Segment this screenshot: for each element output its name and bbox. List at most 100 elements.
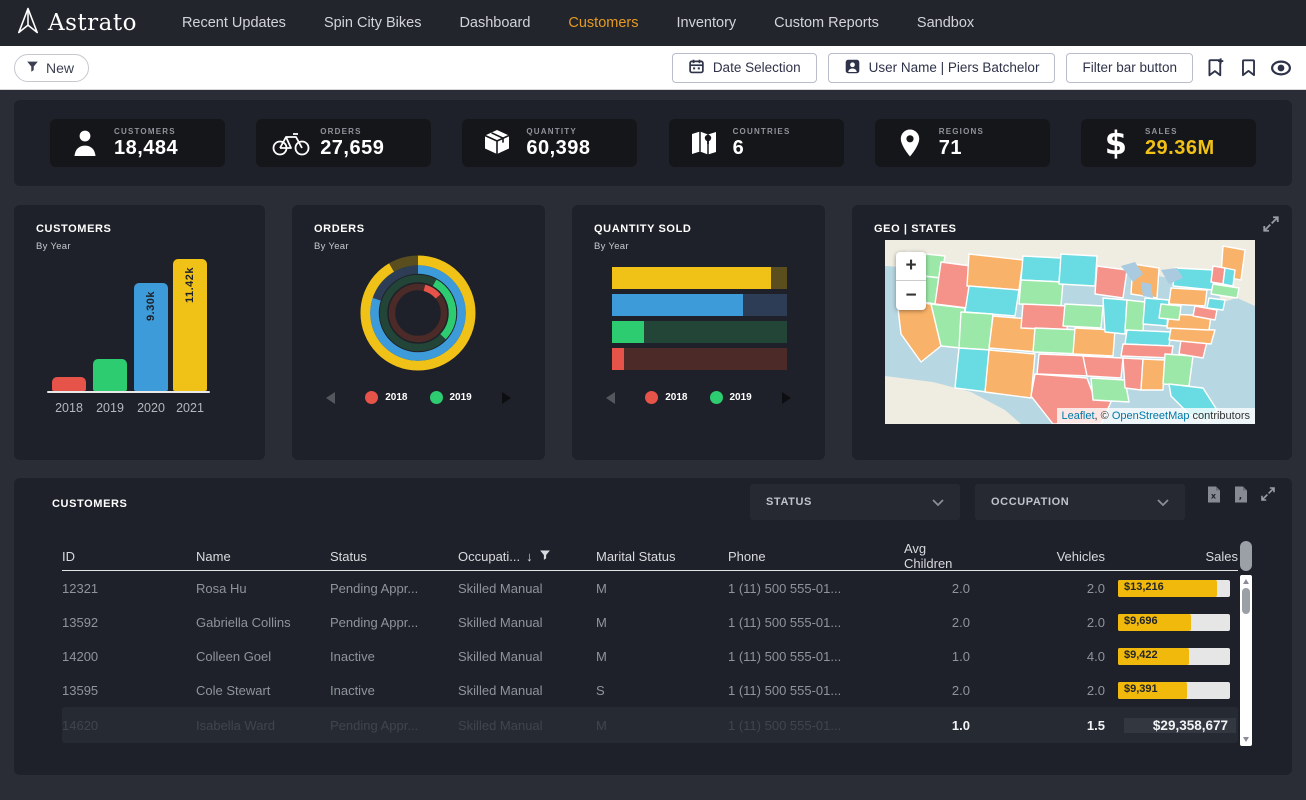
nav-item-dashboard[interactable]: Dashboard <box>440 0 549 46</box>
legend-prev-arrow[interactable] <box>606 392 615 404</box>
cell-sales: $9,391 <box>1105 682 1238 699</box>
nav-item-sandbox[interactable]: Sandbox <box>898 0 993 46</box>
customers-table-panel: CUSTOMERS STATUS OCCUPATION x , IDNameSt… <box>14 478 1292 775</box>
leaflet-link[interactable]: Leaflet <box>1062 410 1095 422</box>
quantity-bar-2020[interactable] <box>612 294 787 316</box>
bar-fill <box>612 267 771 289</box>
bookmark-icon[interactable] <box>1237 57 1259 79</box>
column-header-vehicles[interactable]: Vehicles <box>970 549 1105 564</box>
bar-2021[interactable]: 11.42k <box>173 259 207 391</box>
expand-icon[interactable] <box>1262 215 1280 233</box>
bar-2018[interactable] <box>52 377 86 391</box>
quantity-bar-2021[interactable] <box>612 267 787 289</box>
column-header-marital-status[interactable]: Marital Status <box>596 549 728 564</box>
legend-item-2018[interactable]: 2018 <box>365 391 407 404</box>
legend-prev-arrow[interactable] <box>326 392 335 404</box>
cell-vehicles: 2.0 <box>970 581 1105 596</box>
occupation-filter-dropdown[interactable]: OCCUPATION <box>975 484 1185 520</box>
table-row[interactable]: 12321Rosa HuPending Appr...Skilled Manua… <box>62 571 1238 605</box>
bookmark-add-icon[interactable] <box>1204 57 1226 79</box>
scrollbar-thumb[interactable] <box>1242 588 1250 614</box>
kpi-card-quantity: QUANTITY60,398 <box>462 119 637 167</box>
cell-sales: $9,696 <box>1105 614 1238 631</box>
column-header-occupati-[interactable]: Occupati...↓ <box>458 549 596 564</box>
chart-title: ORDERS <box>314 223 365 235</box>
nav-item-spin-city-bikes[interactable]: Spin City Bikes <box>305 0 441 46</box>
user-name-button[interactable]: User Name | Piers Batchelor <box>828 53 1056 83</box>
cell-vehicles: 4.0 <box>970 649 1105 664</box>
kpi-label: REGIONS <box>939 127 984 136</box>
legend-item-2018[interactable]: 2018 <box>645 391 687 404</box>
kpi-strip-panel: CUSTOMERS18,484ORDERS27,659QUANTITY60,39… <box>14 100 1292 186</box>
cell-name: Cole Stewart <box>196 683 330 698</box>
legend-dot <box>430 391 443 404</box>
table-row[interactable]: 14200Colleen GoelInactiveSkilled ManualM… <box>62 639 1238 673</box>
export-excel-icon[interactable]: x <box>1206 486 1222 502</box>
table-row[interactable]: 13592Gabriella CollinsPending Appr...Ski… <box>62 605 1238 639</box>
bar-2019[interactable] <box>93 359 127 391</box>
column-header-status[interactable]: Status <box>330 549 458 564</box>
totals-vehicles: 1.5 <box>970 718 1105 733</box>
legend-label: 2019 <box>730 392 752 403</box>
zoom-in-button[interactable]: + <box>896 252 926 281</box>
zoom-out-button[interactable]: − <box>896 281 926 310</box>
nav-item-recent-updates[interactable]: Recent Updates <box>163 0 305 46</box>
openstreetmap-link[interactable]: OpenStreetMap <box>1112 410 1190 422</box>
nav-item-customers[interactable]: Customers <box>549 0 657 46</box>
legend-label: 2018 <box>665 392 687 403</box>
customers-by-year-chart[interactable]: 201820199.30k202011.42k2021 <box>47 258 210 393</box>
ghost-cell-id: 14620 <box>62 718 196 733</box>
column-header-label: Phone <box>728 549 766 564</box>
legend-item-2019[interactable]: 2019 <box>710 391 752 404</box>
kpi-text: CUSTOMERS18,484 <box>114 127 178 160</box>
column-header-phone[interactable]: Phone <box>728 549 904 564</box>
geo-states-panel: GEO | STATES <box>852 205 1292 460</box>
column-filter-icon[interactable] <box>539 549 551 564</box>
sales-value: $13,216 <box>1124 581 1164 593</box>
filter-funnel-icon <box>26 60 39 76</box>
scrollbar-cap[interactable] <box>1240 541 1252 571</box>
new-filter-button[interactable]: New <box>14 54 89 82</box>
orders-by-year-donut[interactable] <box>348 243 488 383</box>
legend-next-arrow[interactable] <box>782 392 791 404</box>
cell-phone: 1 (11) 500 555-01... <box>728 683 904 698</box>
column-header-avg-children[interactable]: Avg Children <box>904 541 970 571</box>
kpi-text: COUNTRIES6 <box>733 127 791 160</box>
export-csv-icon[interactable]: , <box>1233 486 1249 502</box>
astrato-logo[interactable]: Astrato <box>16 7 137 40</box>
ghost-cell-name: Isabella Ward <box>196 718 330 733</box>
legend-next-arrow[interactable] <box>502 392 511 404</box>
table-header-row: IDNameStatusOccupati...↓Marital StatusPh… <box>62 541 1238 571</box>
kpi-value: 18,484 <box>114 137 178 160</box>
legend-dot <box>710 391 723 404</box>
column-header-id[interactable]: ID <box>62 549 196 564</box>
status-filter-dropdown[interactable]: STATUS <box>750 484 960 520</box>
cell-phone: 1 (11) 500 555-01... <box>728 615 904 630</box>
eye-icon[interactable] <box>1270 57 1292 79</box>
kpi-value: 6 <box>733 137 791 160</box>
table-row[interactable]: 13595Cole StewartInactiveSkilled ManualS… <box>62 673 1238 707</box>
chart-subtitle: By Year <box>314 241 349 252</box>
bar-2020[interactable]: 9.30k <box>134 283 168 391</box>
expand-icon[interactable] <box>1260 486 1276 502</box>
astrato-logo-icon <box>16 7 40 40</box>
quantity-bar-2018[interactable] <box>612 348 787 370</box>
scroll-up-arrow[interactable] <box>1243 579 1249 584</box>
quantity-bar-2019[interactable] <box>612 321 787 343</box>
kpi-card-regions: REGIONS71 <box>875 119 1050 167</box>
nav-item-inventory[interactable]: Inventory <box>658 0 756 46</box>
cell-sales: $9,422 <box>1105 648 1238 665</box>
scroll-down-arrow[interactable] <box>1243 737 1249 742</box>
leaflet-map[interactable]: + − Leaflet, © OpenStreetMap contributor… <box>885 240 1255 424</box>
cell-status: Pending Appr... <box>330 615 458 630</box>
legend-item-2019[interactable]: 2019 <box>430 391 472 404</box>
date-selection-button[interactable]: Date Selection <box>672 53 817 83</box>
svg-text:x: x <box>1211 492 1217 501</box>
brand-name: Astrato <box>48 10 137 36</box>
nav-item-custom-reports[interactable]: Custom Reports <box>755 0 898 46</box>
column-header-sales[interactable]: Sales <box>1105 549 1238 564</box>
column-header-name[interactable]: Name <box>196 549 330 564</box>
scrollbar-track[interactable] <box>1240 575 1252 746</box>
filter-bar-button[interactable]: Filter bar button <box>1066 53 1193 83</box>
sort-desc-icon[interactable]: ↓ <box>526 549 533 564</box>
